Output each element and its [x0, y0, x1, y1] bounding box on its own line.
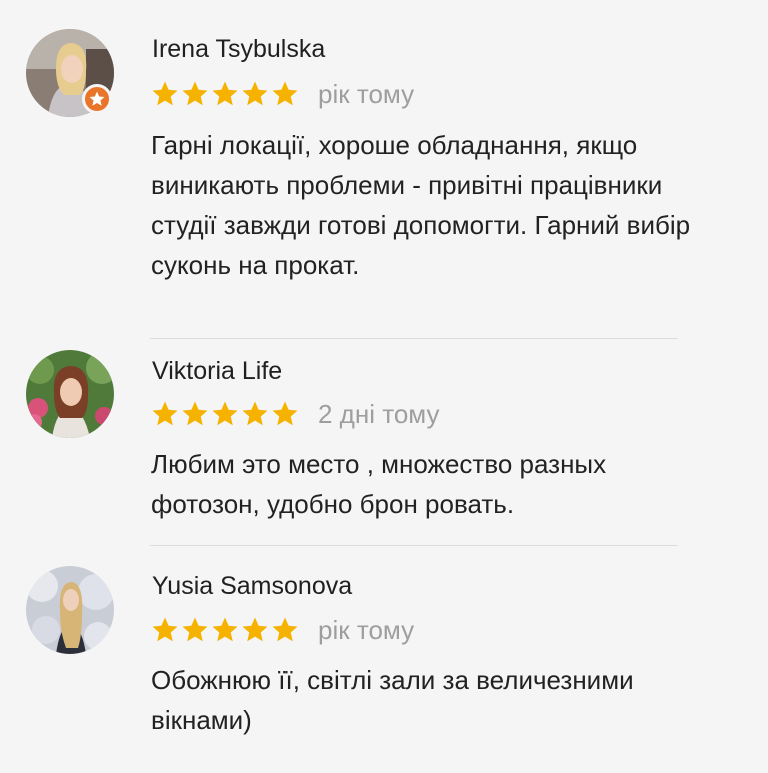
rating-row: рік тому: [150, 76, 414, 112]
avatar-photo: [26, 566, 114, 654]
star-icon: [182, 401, 208, 426]
rating-row: рік тому: [150, 612, 414, 648]
reviewer-name[interactable]: Irena Tsybulska: [152, 34, 325, 64]
review-text: Любим это место , множество разных фотоз…: [151, 449, 607, 519]
star-icon: [212, 401, 238, 426]
star-rating: [150, 79, 300, 109]
star-icon: [182, 617, 208, 642]
star-icon: [242, 617, 268, 642]
review-text: Гарні локації, хороше обладнання, якщо в…: [151, 130, 691, 280]
star-icon: [182, 81, 208, 106]
review-date: 2 дні тому: [318, 398, 440, 429]
avatar[interactable]: [26, 350, 114, 438]
star-rating: [150, 615, 300, 645]
divider: [150, 338, 678, 339]
star-icon: [272, 617, 298, 642]
avatar-photo: [26, 350, 114, 438]
star-rating: [150, 399, 300, 429]
star-icon: [152, 81, 178, 106]
review-date: рік тому: [318, 614, 415, 645]
divider: [150, 545, 678, 546]
reviewer-name[interactable]: Yusia Samsonova: [152, 571, 352, 601]
review-date: рік тому: [318, 78, 415, 109]
star-icon: [272, 81, 298, 106]
star-icon: [212, 617, 238, 642]
local-guide-badge: [82, 84, 112, 114]
star-icon: [152, 401, 178, 426]
star-icon: [242, 401, 268, 426]
star-icon: [242, 81, 268, 106]
star-icon: [152, 617, 178, 642]
star-icon: [272, 401, 298, 426]
avatar[interactable]: [26, 566, 114, 654]
rating-row: 2 дні тому: [150, 396, 439, 432]
star-badge-icon: [89, 91, 105, 106]
review-text: Обожнюю її, світлі зали за величезними в…: [151, 665, 634, 735]
reviewer-name[interactable]: Viktoria Life: [152, 356, 282, 386]
star-icon: [212, 81, 238, 106]
